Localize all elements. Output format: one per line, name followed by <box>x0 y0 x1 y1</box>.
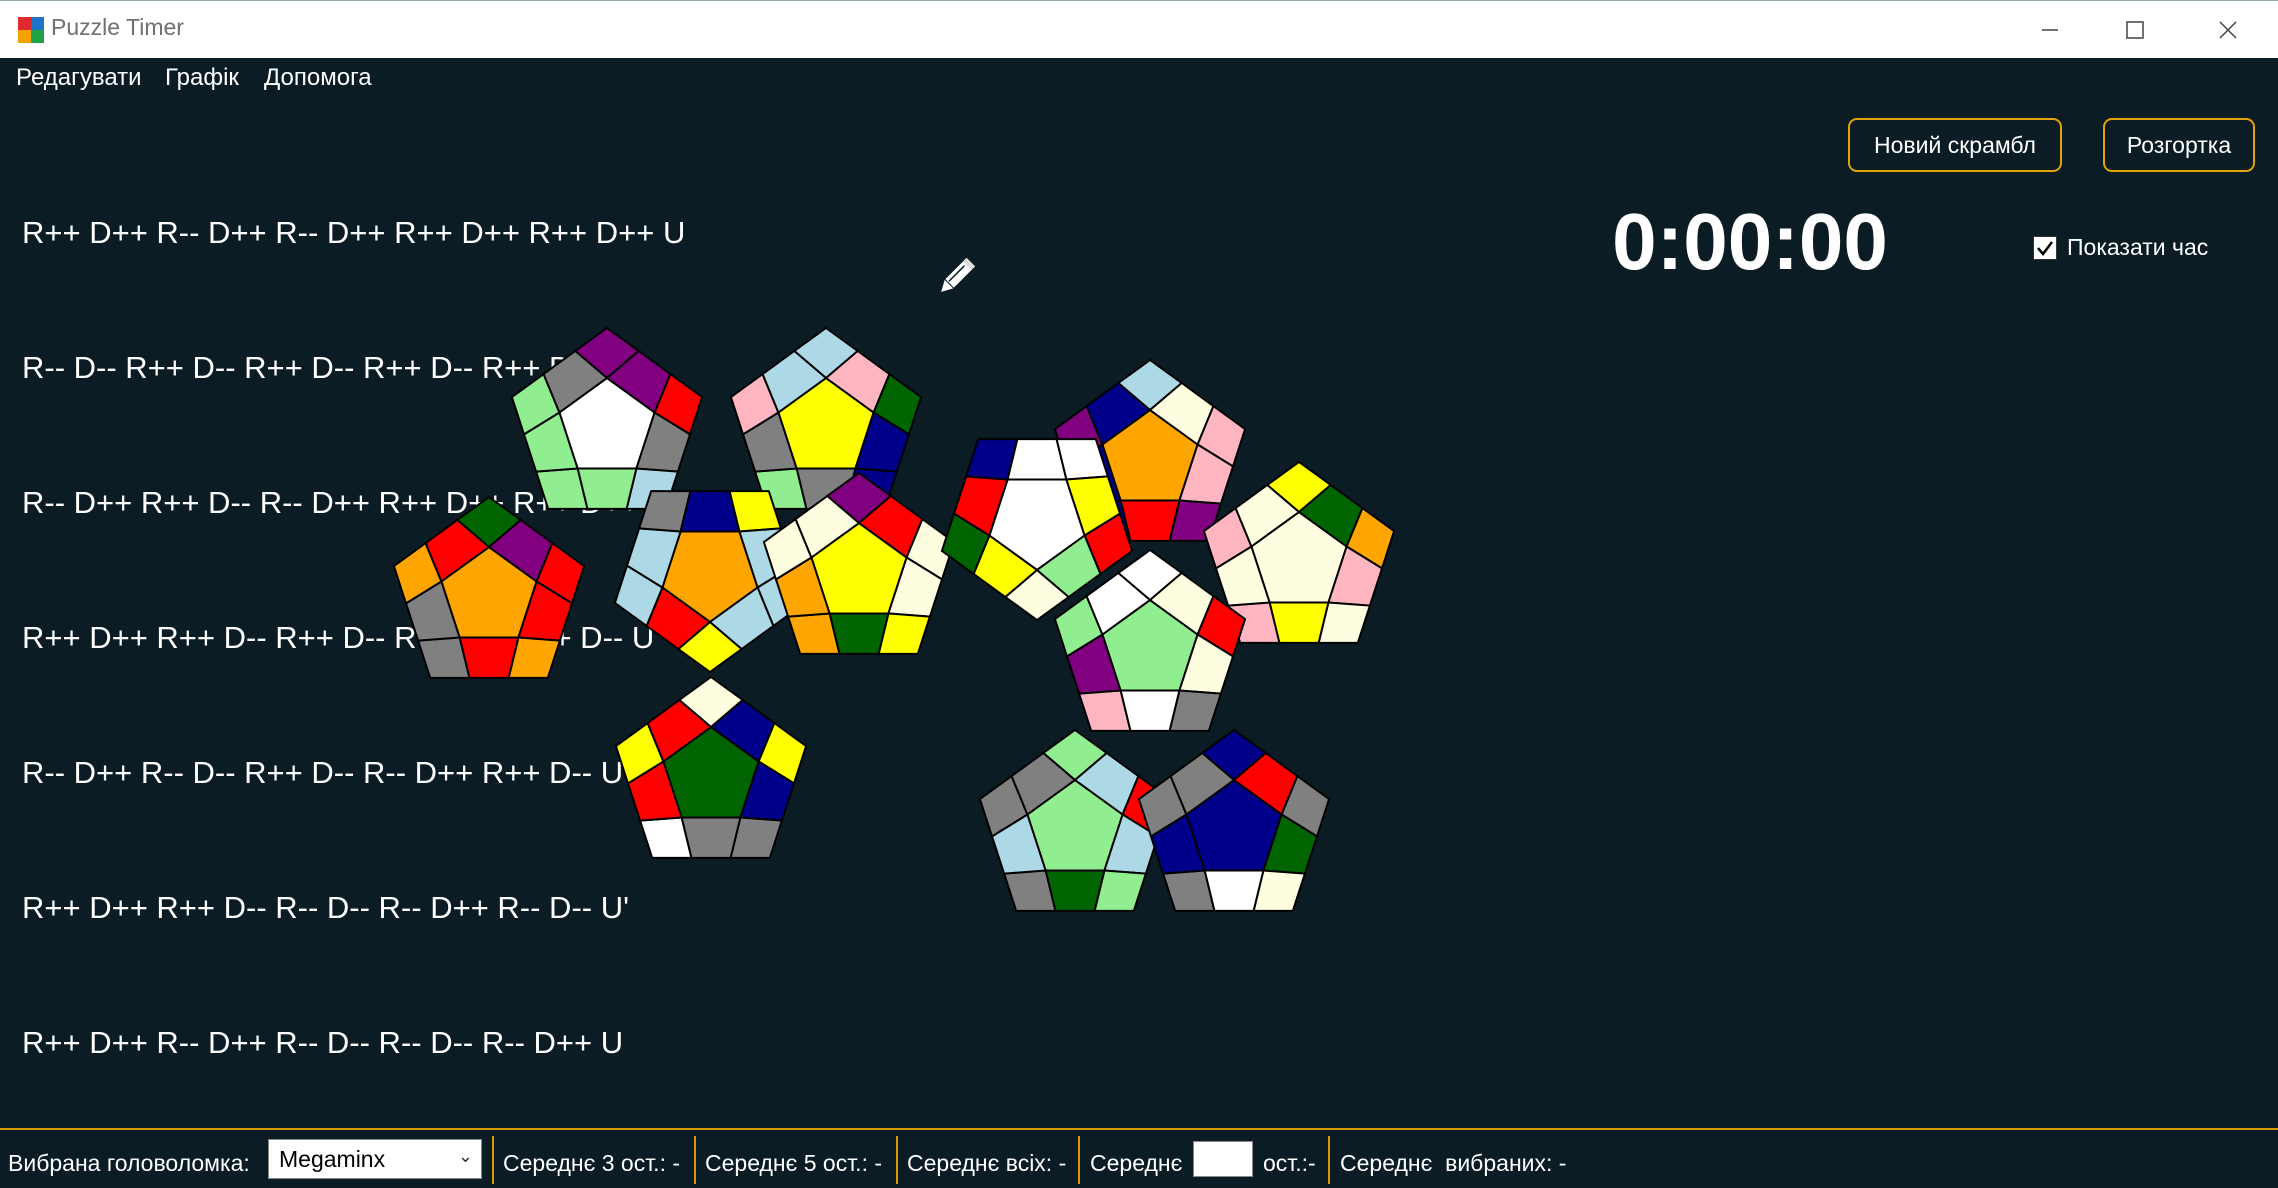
megaminx-corner-sticker <box>1002 869 1057 912</box>
megaminx-corner-sticker <box>416 636 471 679</box>
divider <box>1078 1136 1080 1184</box>
divider <box>896 1136 898 1184</box>
divider <box>694 1136 696 1184</box>
status-bar: Вибрана головоломка: Megaminx ⌄ Середнє … <box>0 1128 2278 1188</box>
megaminx-corner-sticker <box>534 467 589 510</box>
divider <box>492 1136 494 1184</box>
divider <box>1328 1136 1330 1184</box>
chevron-down-icon: ⌄ <box>457 1146 473 1166</box>
megaminx-net <box>392 326 1396 912</box>
avg5-stat: Середнє 5 ост.: - <box>705 1150 883 1176</box>
avg-all-stat: Середнє всіх: - <box>907 1150 1067 1176</box>
avg-n-input[interactable] <box>1193 1141 1253 1177</box>
avg-selected-stat: Середнє вибраних: - <box>1340 1150 1567 1176</box>
megaminx-corner-sticker <box>638 816 693 859</box>
puzzle-select[interactable]: Megaminx ⌄ <box>268 1139 482 1179</box>
avg-n-label: Середнє <box>1090 1150 1183 1176</box>
megaminx-corner-sticker <box>1077 689 1132 732</box>
puzzle-label: Вибрана головоломка: <box>8 1150 250 1176</box>
megaminx-corner-sticker <box>786 612 841 655</box>
megaminx-corner-sticker <box>1161 869 1216 912</box>
avg-n-suffix: ост.:- <box>1263 1150 1316 1176</box>
puzzle-select-value: Megaminx <box>279 1146 386 1172</box>
avg3-stat: Середнє 3 ост.: - <box>503 1150 681 1176</box>
